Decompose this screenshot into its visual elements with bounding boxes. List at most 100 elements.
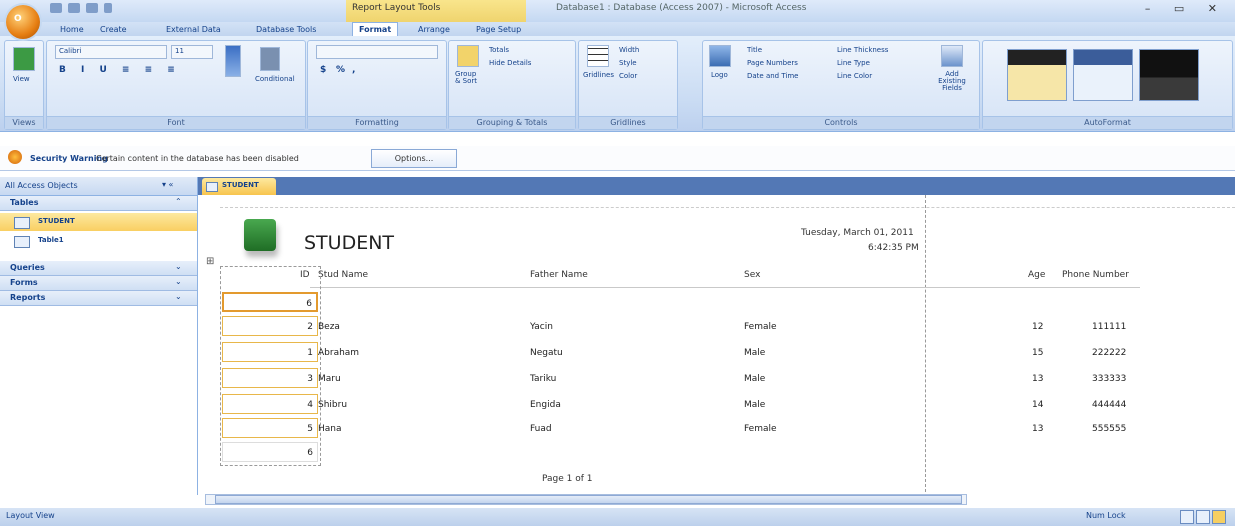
- report-time[interactable]: 6:42:35 PM: [868, 243, 919, 253]
- nav-item-student[interactable]: STUDENT: [0, 213, 197, 231]
- style-button[interactable]: Style: [619, 59, 637, 67]
- table-cell-phone[interactable]: 333333: [1092, 374, 1126, 384]
- percent-button[interactable]: %: [336, 65, 345, 75]
- table-row-id[interactable]: 6: [222, 292, 318, 312]
- conditional-icon[interactable]: [260, 47, 280, 71]
- undo-icon[interactable]: [68, 3, 80, 13]
- report-logo-icon[interactable]: [244, 219, 276, 251]
- table-cell-age[interactable]: 13: [1032, 424, 1043, 434]
- table-cell-age[interactable]: 12: [1032, 322, 1043, 332]
- table-row-id[interactable]: 1: [222, 342, 318, 362]
- table-cell-age[interactable]: 14: [1032, 400, 1043, 410]
- group-sort-label[interactable]: Group & Sort: [455, 71, 483, 85]
- page-numbers-button[interactable]: Page Numbers: [747, 59, 798, 67]
- table-row-id[interactable]: 4: [222, 394, 318, 414]
- font-color-icon[interactable]: [225, 45, 241, 77]
- hide-details-button[interactable]: Hide Details: [489, 59, 531, 67]
- autoformat-option[interactable]: [1139, 49, 1199, 101]
- table-cell-sex[interactable]: Female: [744, 424, 777, 434]
- logo-icon[interactable]: [709, 45, 731, 67]
- chevron-down-icon[interactable]: ⌄: [175, 262, 182, 271]
- nav-category-forms[interactable]: Forms ⌄: [0, 276, 197, 291]
- tab-database-tools[interactable]: Database Tools: [250, 24, 322, 36]
- layout-view-icon[interactable]: [1212, 510, 1226, 524]
- table-cell-sex[interactable]: Male: [744, 400, 765, 410]
- tab-home[interactable]: Home: [54, 24, 90, 36]
- table-cell-name[interactable]: Shibru: [318, 400, 347, 410]
- table-cell-sex[interactable]: Female: [744, 322, 777, 332]
- totals-button[interactable]: Totals: [489, 46, 509, 54]
- options-button[interactable]: Options...: [371, 149, 457, 168]
- table-cell-father[interactable]: Engida: [530, 400, 561, 410]
- nav-category-reports[interactable]: Reports ⌄: [0, 291, 197, 306]
- window-controls[interactable]: – ▭ ✕: [1145, 2, 1227, 15]
- table-cell-sex[interactable]: Male: [744, 348, 765, 358]
- scrollbar-thumb[interactable]: [215, 495, 962, 504]
- add-fields-icon[interactable]: [941, 45, 963, 67]
- column-header-father-name[interactable]: Father Name: [530, 270, 588, 280]
- report-date[interactable]: Tuesday, March 01, 2011: [801, 228, 914, 238]
- table-cell-age[interactable]: 15: [1032, 348, 1043, 358]
- chevron-down-icon[interactable]: ⌄: [175, 277, 182, 286]
- table-cell-name[interactable]: Maru: [318, 374, 341, 384]
- view-button-label[interactable]: View: [13, 75, 30, 83]
- line-color-button[interactable]: Line Color: [837, 72, 872, 80]
- format-select[interactable]: [316, 45, 438, 59]
- add-fields-label[interactable]: Add Existing Fields: [931, 71, 973, 92]
- color-button[interactable]: Color: [619, 72, 637, 80]
- line-thickness-button[interactable]: Line Thickness: [837, 46, 888, 54]
- table-row-id[interactable]: 3: [222, 368, 318, 388]
- currency-button[interactable]: $: [320, 65, 326, 75]
- table-cell-age[interactable]: 13: [1032, 374, 1043, 384]
- width-button[interactable]: Width: [619, 46, 639, 54]
- nav-category-tables[interactable]: Tables ⌃: [0, 196, 197, 211]
- conditional-label[interactable]: Conditional: [255, 75, 295, 83]
- nav-category-queries[interactable]: Queries ⌄: [0, 261, 197, 276]
- customize-qat-icon[interactable]: [104, 3, 112, 13]
- tab-create[interactable]: Create: [94, 24, 133, 36]
- column-header-sex[interactable]: Sex: [744, 270, 760, 280]
- view-icon[interactable]: [13, 47, 35, 71]
- font-name-select[interactable]: Calibri: [55, 45, 167, 59]
- comma-button[interactable]: ,: [352, 65, 355, 75]
- table-cell-phone[interactable]: 111111: [1092, 322, 1126, 332]
- table-row-id[interactable]: 2: [222, 316, 318, 336]
- table-cell-name[interactable]: Abraham: [318, 348, 359, 358]
- page-number[interactable]: Page 1 of 1: [542, 474, 593, 484]
- table-cell-phone[interactable]: 222222: [1092, 348, 1126, 358]
- record-count[interactable]: 6: [222, 442, 318, 462]
- print-preview-icon[interactable]: [1196, 510, 1210, 524]
- table-cell-father[interactable]: Tariku: [530, 374, 556, 384]
- title-button[interactable]: Title: [747, 46, 762, 54]
- tab-arrange[interactable]: Arrange: [412, 24, 456, 36]
- table-cell-sex[interactable]: Male: [744, 374, 765, 384]
- table-cell-name[interactable]: Beza: [318, 322, 340, 332]
- nav-item-table1[interactable]: Table1: [0, 232, 197, 250]
- table-cell-father[interactable]: Yacin: [530, 322, 553, 332]
- save-icon[interactable]: [50, 3, 62, 13]
- table-cell-phone[interactable]: 444444: [1092, 400, 1126, 410]
- office-button[interactable]: O: [6, 5, 40, 39]
- nav-pane-title[interactable]: All Access Objects: [5, 181, 78, 190]
- font-style-buttons[interactable]: B I U ≡ ≡ ≡: [59, 65, 181, 75]
- table-cell-father[interactable]: Fuad: [530, 424, 552, 434]
- date-time-button[interactable]: Date and Time: [747, 72, 798, 80]
- tab-external-data[interactable]: External Data: [160, 24, 227, 36]
- gridlines-icon[interactable]: [587, 45, 609, 67]
- tab-page-setup[interactable]: Page Setup: [470, 24, 527, 36]
- column-header-phone-number[interactable]: Phone Number: [1062, 270, 1129, 280]
- redo-icon[interactable]: [86, 3, 98, 13]
- column-header-stud-name[interactable]: Stud Name: [318, 270, 368, 280]
- autoformat-option[interactable]: [1007, 49, 1067, 101]
- group-sort-icon[interactable]: [457, 45, 479, 67]
- chevron-down-icon[interactable]: ⌄: [175, 292, 182, 301]
- layout-move-handle-icon[interactable]: ⊞: [206, 256, 214, 267]
- font-size-select[interactable]: 11: [171, 45, 213, 59]
- table-cell-name[interactable]: Hana: [318, 424, 342, 434]
- gridlines-button-label[interactable]: Gridlines: [583, 71, 614, 79]
- autoformat-option[interactable]: [1073, 49, 1133, 101]
- column-header-age[interactable]: Age: [1028, 270, 1045, 280]
- report-title[interactable]: STUDENT: [304, 232, 394, 254]
- table-cell-father[interactable]: Negatu: [530, 348, 563, 358]
- report-view-icon[interactable]: [1180, 510, 1194, 524]
